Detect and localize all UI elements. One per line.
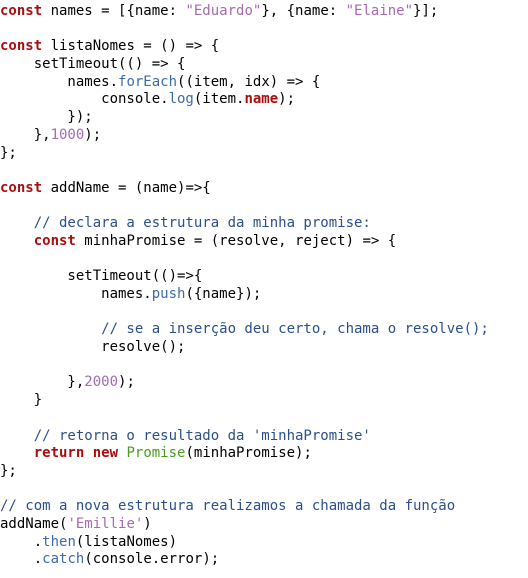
code-line: const names = [{name: "Eduardo"}, {name:…: [0, 3, 528, 21]
string-token: "Eduardo": [185, 3, 262, 19]
code-line: const listaNomes = () => {: [0, 38, 528, 56]
method-token: then: [42, 533, 76, 550]
code-text: names = [{name:: [42, 3, 186, 19]
method-token: push: [151, 286, 186, 302]
code-line: const addName = (name)=>{: [0, 180, 528, 198]
code-text: }];: [413, 3, 439, 19]
code-text: listaNomes = () => {: [42, 38, 220, 55]
code-text: (listaNomes): [75, 533, 178, 550]
code-text: );: [84, 126, 102, 143]
property-token: name: [244, 91, 279, 108]
code-line: },2000);: [0, 374, 528, 392]
comment-token: // com a nova estrutura realizamos a cha…: [0, 498, 456, 515]
code-line: };: [0, 145, 528, 163]
code-editor[interactable]: const names = [{name: "Eduardo"}, {name:…: [0, 0, 528, 578]
method-token: forEach: [118, 73, 178, 90]
code-text: (item.: [193, 91, 245, 108]
code-text: );: [118, 374, 135, 391]
code-text: addName(: [0, 515, 68, 532]
code-text: },: [0, 126, 51, 143]
keyword-token: const: [0, 38, 43, 55]
code-text: names.: [0, 73, 119, 90]
number-token: 1000: [50, 126, 85, 143]
code-text: }: [0, 392, 43, 409]
code-line: setTimeout(()=>{: [0, 268, 528, 286]
code-line: resolve();: [0, 339, 528, 357]
code-text: };: [0, 144, 17, 161]
code-text: });: [0, 109, 93, 126]
keyword-token: const: [0, 3, 43, 19]
code-text: .: [0, 533, 43, 550]
code-line: // retorna o resultado da 'minhaPromise': [0, 428, 528, 446]
code-text: );: [278, 91, 296, 108]
keyword-token: return: [33, 445, 85, 462]
code-line: names.forEach((item, idx) => {: [0, 74, 528, 92]
code-text: ((item, idx) => {: [177, 73, 321, 90]
code-line: },1000);: [0, 127, 528, 145]
number-token: 2000: [84, 374, 119, 391]
code-line: // se a inserção deu certo, chama o reso…: [0, 321, 528, 339]
code-text: resolve();: [0, 339, 186, 356]
code-line: const minhaPromise = (resolve, reject) =…: [0, 233, 528, 251]
comment-token: // se a inserção deu certo, chama o reso…: [0, 321, 489, 338]
class-token: Promise: [126, 445, 186, 462]
code-text: names.: [0, 286, 152, 302]
method-token: catch: [42, 551, 85, 568]
code-text: (console.error);: [84, 551, 220, 568]
code-line: };: [0, 463, 528, 481]
code-text: };: [0, 462, 17, 479]
code-line: addName('Emillie'): [0, 516, 528, 534]
string-token: 'Emillie': [67, 515, 144, 532]
string-token: "Elaine": [345, 3, 414, 19]
code-text: setTimeout(()=>{: [0, 268, 203, 285]
code-text: addName = (name)=>{: [42, 179, 211, 196]
comment-token: // retorna o resultado da 'minhaPromise': [0, 427, 371, 444]
code-text: ({name});: [185, 286, 262, 302]
code-line: }: [0, 392, 528, 410]
code-text: console.: [0, 91, 169, 108]
code-line: setTimeout(() => {: [0, 56, 528, 74]
code-line: // com a nova estrutura realizamos a cha…: [0, 498, 528, 516]
code-line: // declara a estrutura da minha promise:: [0, 215, 528, 233]
code-text: setTimeout(() => {: [0, 56, 186, 73]
code-text: },: [0, 374, 85, 391]
keyword-token: const: [0, 179, 43, 196]
keyword-token: const: [33, 232, 76, 249]
code-text: (minhaPromise);: [185, 445, 312, 462]
code-line: console.log(item.name);: [0, 91, 528, 109]
code-line: return new Promise(minhaPromise);: [0, 445, 528, 463]
code-text: minhaPromise = (resolve, reject) => {: [75, 232, 397, 249]
comment-token: // declara a estrutura da minha promise:: [0, 215, 371, 232]
code-text: ): [143, 515, 152, 532]
code-line: .catch(console.error);: [0, 551, 528, 569]
code-line: names.push({name});: [0, 286, 528, 304]
method-token: log: [168, 91, 194, 108]
code-text: .: [0, 551, 43, 568]
code-line: .then(listaNomes): [0, 534, 528, 552]
code-line: });: [0, 109, 528, 127]
code-text: }, {name:: [261, 3, 346, 19]
keyword-token: new: [92, 445, 119, 462]
